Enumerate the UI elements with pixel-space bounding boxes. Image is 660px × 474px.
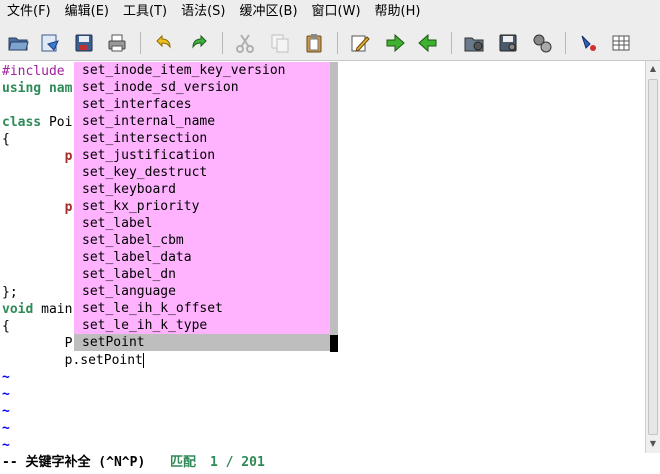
menu-item[interactable]: 帮助(H)	[368, 0, 428, 24]
toolbar-separator	[337, 32, 338, 54]
code-line: {	[2, 318, 10, 335]
code-token: p	[64, 149, 73, 164]
menu-item[interactable]: 窗口(W)	[305, 0, 368, 24]
vertical-scrollbar[interactable]: ▲ ▼	[645, 61, 660, 453]
code-line: p	[2, 148, 73, 165]
menu-item[interactable]: 缓冲区(B)	[232, 0, 304, 24]
completion-item[interactable]: set_label_data	[74, 249, 330, 266]
code-token: #include	[2, 64, 73, 79]
completion-item[interactable]: set_interfaces	[74, 96, 330, 113]
code-token: void	[2, 302, 42, 317]
completion-scrollbar[interactable]	[330, 62, 338, 335]
cut-icon[interactable]	[232, 30, 258, 56]
completion-scroll-thumb[interactable]	[330, 335, 338, 352]
find-next-icon[interactable]	[382, 30, 408, 56]
code-token: p.setPoint	[2, 353, 143, 368]
toolbar-separator	[451, 32, 452, 54]
completion-item[interactable]: setPoint	[74, 334, 330, 351]
code-token: using nam	[2, 81, 73, 96]
status-match-count: 1 / 201	[210, 455, 265, 470]
empty-line-marker: ~	[2, 387, 10, 402]
scroll-down-arrow-icon[interactable]: ▼	[646, 437, 660, 451]
code-line: P	[2, 335, 73, 352]
code-line: {	[2, 131, 10, 148]
completion-item[interactable]: set_label	[74, 215, 330, 232]
menu-item[interactable]: 工具(T)	[116, 0, 174, 24]
menu-item[interactable]: 语法(S)	[174, 0, 232, 24]
completion-item[interactable]: set_language	[74, 283, 330, 300]
run-script-icon[interactable]	[529, 30, 555, 56]
tag-jump-icon[interactable]	[608, 30, 634, 56]
toolbar-separator	[140, 32, 141, 54]
find-previous-icon[interactable]	[415, 30, 441, 56]
code-token: {	[2, 132, 10, 147]
completion-item[interactable]: set_le_ih_k_type	[74, 317, 330, 334]
completion-item[interactable]: set_keyboard	[74, 181, 330, 198]
empty-line-marker: ~	[2, 404, 10, 419]
toolbar	[0, 24, 660, 61]
code-line: p	[2, 199, 73, 216]
code-line: using nam	[2, 80, 72, 97]
completion-item[interactable]: set_intersection	[74, 130, 330, 147]
menu-item[interactable]: 编辑(E)	[58, 0, 116, 24]
code-line: #include	[2, 63, 72, 80]
open-folder-icon[interactable]	[5, 30, 31, 56]
code-token: main	[41, 302, 73, 317]
code-token: Poi	[48, 115, 73, 130]
code-token: p	[64, 200, 73, 215]
status-line: -- 关键字补全 (^N^P) 匹配 1 / 201	[0, 453, 660, 474]
save-session-icon[interactable]	[495, 30, 521, 56]
code-token: class	[2, 115, 49, 130]
completion-item[interactable]: set_internal_name	[74, 113, 330, 130]
code-token: P	[2, 336, 73, 351]
make-icon[interactable]	[575, 30, 601, 56]
toolbar-separator	[565, 32, 566, 54]
code-line: void main	[2, 301, 72, 318]
code-line: };	[2, 284, 18, 301]
undo-icon[interactable]	[150, 30, 176, 56]
completion-item[interactable]: set_key_destruct	[74, 164, 330, 181]
completion-item[interactable]: set_label_dn	[74, 266, 330, 283]
load-script-icon[interactable]	[461, 30, 487, 56]
empty-line-marker: ~	[2, 421, 10, 436]
code-token: {	[2, 319, 10, 334]
completion-popup: set_inode_item_key_version set_inode_sd_v…	[74, 62, 338, 352]
code-token: };	[2, 285, 18, 300]
empty-line-marker: ~	[2, 370, 10, 385]
scroll-thumb[interactable]	[648, 79, 658, 435]
redo-icon[interactable]	[187, 30, 213, 56]
scroll-up-arrow-icon[interactable]: ▲	[646, 62, 660, 76]
status-match-label: 匹配	[170, 455, 197, 470]
empty-line-marker: ~	[2, 438, 10, 453]
copy-icon[interactable]	[267, 30, 293, 56]
text-cursor	[142, 353, 144, 368]
paste-icon[interactable]	[301, 30, 327, 56]
code-line: class Poi	[2, 114, 72, 131]
status-mode: -- 关键字补全 (^N^P)	[2, 455, 146, 470]
load-session-icon[interactable]	[37, 30, 63, 56]
menu-bar: 文件(F) 编辑(E) 工具(T) 语法(S) 缓冲区(B) 窗口(W) 帮助(H)	[0, 0, 660, 24]
completion-item[interactable]: set_kx_priority	[74, 198, 330, 215]
menu-item[interactable]: 文件(F)	[0, 0, 58, 24]
completion-item[interactable]: set_inode_sd_version	[74, 79, 330, 96]
completion-item[interactable]: set_justification	[74, 147, 330, 164]
save-icon[interactable]	[71, 30, 97, 56]
code-line: p.setPoint	[2, 352, 144, 369]
print-icon[interactable]	[104, 30, 130, 56]
completion-item[interactable]: set_inode_item_key_version	[74, 62, 330, 79]
toolbar-separator	[222, 32, 223, 54]
completion-item[interactable]: set_le_ih_k_offset	[74, 300, 330, 317]
find-replace-icon[interactable]	[347, 30, 373, 56]
completion-item[interactable]: set_label_cbm	[74, 232, 330, 249]
